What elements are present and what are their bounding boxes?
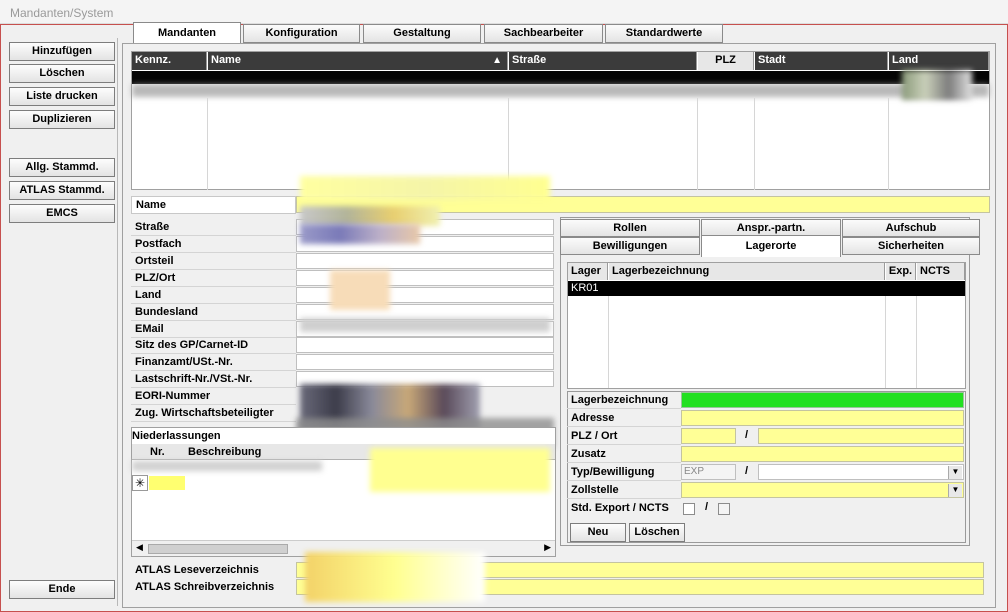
end-button[interactable]: Ende bbox=[9, 580, 115, 599]
zip-city-label: PLZ/Ort bbox=[131, 270, 296, 287]
redacted-block bbox=[300, 206, 440, 226]
redacted-block bbox=[300, 176, 550, 200]
warehouse-city-field[interactable] bbox=[758, 428, 964, 444]
redacted-block bbox=[902, 70, 972, 100]
chevron-down-icon[interactable]: ▼ bbox=[948, 466, 962, 479]
district-field[interactable] bbox=[296, 253, 554, 269]
column-header-plz[interactable]: PLZ bbox=[698, 52, 754, 70]
warehouse-table[interactable]: Lager Lagerbezeichnung Exp. NCTS KR01 bbox=[567, 262, 966, 389]
branches-title: Niederlassungen bbox=[132, 430, 221, 442]
tab-rollen[interactable]: Rollen bbox=[560, 219, 700, 237]
state-label: Bundesland bbox=[131, 304, 296, 321]
designation-field[interactable] bbox=[681, 392, 964, 408]
column-header-lagerbezeichnung[interactable]: Lagerbezeichnung bbox=[609, 263, 885, 280]
delete-warehouse-button[interactable]: Löschen bbox=[629, 523, 685, 542]
window-title: Mandanten/System bbox=[0, 0, 1008, 24]
tax-office-label: Finanzamt/USt.-Nr. bbox=[131, 354, 296, 371]
type-permit-label: Typ/Bewilligung bbox=[567, 464, 681, 481]
column-header-lager[interactable]: Lager bbox=[568, 263, 608, 280]
new-warehouse-button[interactable]: Neu bbox=[570, 523, 626, 542]
designation-label: Lagerbezeichnung bbox=[567, 392, 681, 409]
redacted-block bbox=[132, 461, 322, 471]
branches-panel: Niederlassungen Nr. Beschreibung ✳ ◀ ▶ bbox=[131, 427, 556, 557]
street-label: Straße bbox=[131, 219, 296, 236]
chevron-down-icon[interactable]: ▼ bbox=[948, 484, 962, 497]
redacted-block bbox=[370, 448, 550, 492]
new-row-icon: ✳ bbox=[132, 475, 148, 491]
redacted-block bbox=[300, 318, 550, 332]
general-master-data-button[interactable]: Allg. Stammd. bbox=[9, 158, 115, 177]
name-label: Name bbox=[131, 196, 296, 214]
tab-aufschub[interactable]: Aufschub bbox=[842, 219, 980, 237]
redacted-block bbox=[300, 224, 420, 244]
country-label: Land bbox=[131, 287, 296, 304]
tab-lagerorte[interactable]: Lagerorte bbox=[701, 235, 841, 257]
column-header-strasse[interactable]: Straße bbox=[509, 52, 697, 70]
column-header-exp[interactable]: Exp. bbox=[886, 263, 916, 280]
tab-konfiguration[interactable]: Konfiguration bbox=[243, 24, 360, 43]
eori-label: EORI-Nummer bbox=[131, 388, 296, 405]
column-header-name[interactable]: Name ▲ bbox=[208, 52, 508, 70]
column-header-land[interactable]: Land bbox=[889, 52, 989, 70]
zip-city-label-warehouse: PLZ / Ort bbox=[567, 428, 681, 445]
po-box-label: Postfach bbox=[131, 236, 296, 253]
scroll-left-icon[interactable]: ◀ bbox=[136, 542, 143, 553]
ncts-checkbox[interactable] bbox=[718, 503, 730, 515]
std-export-checkbox[interactable] bbox=[683, 503, 695, 515]
redacted-block bbox=[305, 552, 485, 602]
customs-office-label: Zollstelle bbox=[567, 482, 681, 499]
column-header-nr[interactable]: Nr. bbox=[150, 446, 165, 458]
delete-button[interactable]: Löschen bbox=[9, 64, 115, 83]
column-header-stadt[interactable]: Stadt bbox=[755, 52, 888, 70]
print-list-button[interactable]: Liste drucken bbox=[9, 87, 115, 106]
left-toolbar: Hinzufügen Löschen Liste drucken Duplizi… bbox=[4, 38, 118, 606]
addition-field[interactable] bbox=[681, 446, 964, 462]
warehouse-zip-field[interactable] bbox=[681, 428, 736, 444]
atlas-read-dir-label: ATLAS Leseverzeichnis bbox=[135, 564, 259, 576]
emcs-button[interactable]: EMCS bbox=[9, 204, 115, 223]
column-header-description[interactable]: Beschreibung bbox=[188, 446, 261, 458]
atlas-write-dir-label: ATLAS Schreibverzeichnis bbox=[135, 581, 275, 593]
tab-mandanten[interactable]: Mandanten bbox=[133, 22, 241, 44]
sort-ascending-icon: ▲ bbox=[492, 55, 502, 66]
std-export-label: Std. Export / NCTS bbox=[571, 502, 669, 514]
email-label: EMail bbox=[131, 321, 296, 338]
addition-label: Zusatz bbox=[567, 446, 681, 463]
gp-carnet-field[interactable] bbox=[296, 337, 554, 353]
redacted-block bbox=[330, 270, 390, 310]
column-header-kennz[interactable]: Kennz. bbox=[132, 52, 207, 70]
scrollbar-thumb[interactable] bbox=[148, 544, 288, 554]
table-row[interactable] bbox=[132, 84, 989, 97]
branch-nr-field[interactable] bbox=[149, 476, 185, 490]
tax-office-field[interactable] bbox=[296, 354, 554, 370]
duplicate-button[interactable]: Duplizieren bbox=[9, 110, 115, 129]
slash-separator: / bbox=[705, 501, 709, 513]
slash-separator: / bbox=[745, 465, 749, 477]
scroll-right-icon[interactable]: ▶ bbox=[544, 542, 551, 553]
column-label-name: Name bbox=[211, 54, 241, 66]
warehouse-code: KR01 bbox=[571, 282, 599, 294]
economic-operator-label: Zug. Wirtschaftsbeteiligter bbox=[131, 405, 296, 422]
table-row-selected[interactable] bbox=[132, 71, 989, 84]
add-button[interactable]: Hinzufügen bbox=[9, 42, 115, 61]
column-header-ncts[interactable]: NCTS bbox=[917, 263, 965, 280]
permit-select[interactable]: ▼ bbox=[758, 464, 964, 480]
slash-separator: / bbox=[745, 429, 749, 441]
address-field[interactable] bbox=[681, 410, 964, 426]
customs-office-select[interactable]: ▼ bbox=[681, 482, 964, 498]
district-label: Ortsteil bbox=[131, 253, 296, 270]
direct-debit-label: Lastschrift-Nr./VSt.-Nr. bbox=[131, 371, 296, 388]
atlas-master-data-button[interactable]: ATLAS Stammd. bbox=[9, 181, 115, 200]
table-row-selected[interactable]: KR01 bbox=[568, 281, 965, 296]
tab-standardwerte[interactable]: Standardwerte bbox=[605, 24, 723, 43]
type-field[interactable]: EXP bbox=[681, 464, 736, 480]
tab-gestaltung[interactable]: Gestaltung bbox=[363, 24, 481, 43]
client-table[interactable]: Kennz. Name ▲ Straße PLZ Stadt Land bbox=[131, 51, 990, 190]
tab-sicherheiten[interactable]: Sicherheiten bbox=[842, 237, 980, 255]
tab-bewilligungen[interactable]: Bewilligungen bbox=[560, 237, 700, 255]
address-label: Adresse bbox=[567, 410, 681, 427]
gp-carnet-label: Sitz des GP/Carnet-ID bbox=[131, 337, 296, 354]
tab-sachbearbeiter[interactable]: Sachbearbeiter bbox=[484, 24, 603, 43]
